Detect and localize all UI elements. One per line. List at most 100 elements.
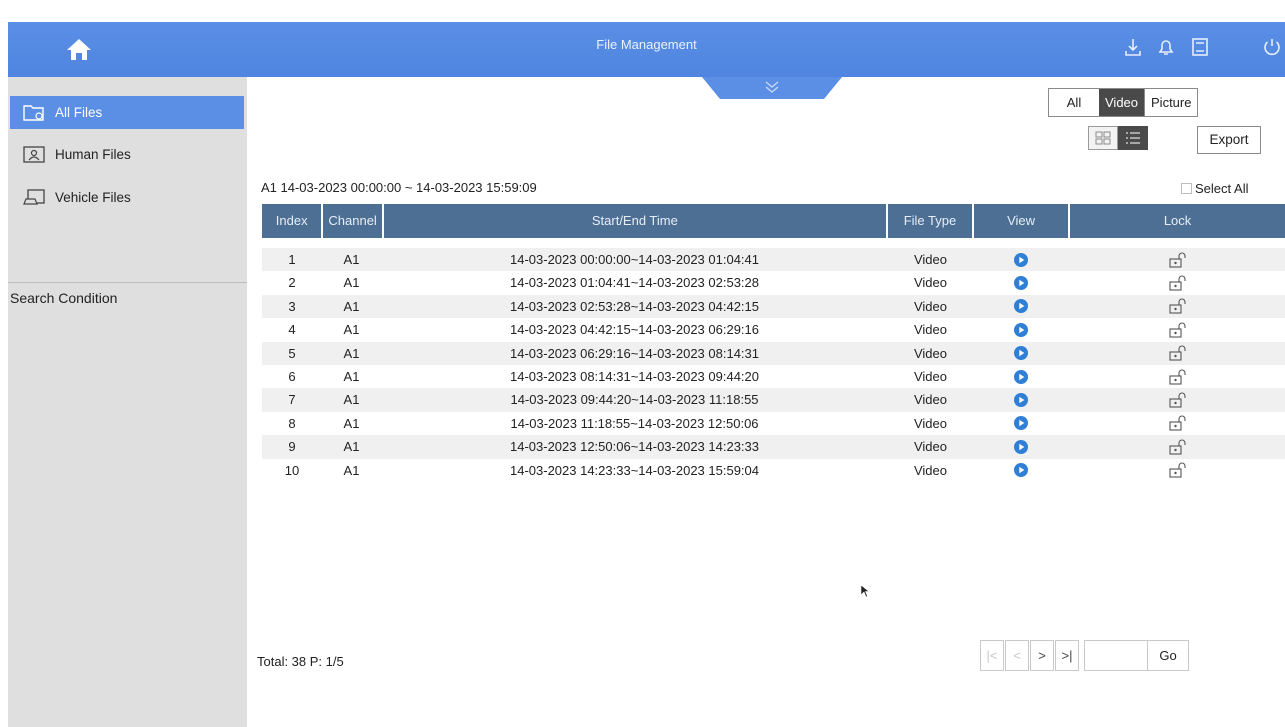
cell-file-type: Video — [913, 252, 947, 267]
cell-file-type: Video — [913, 368, 947, 384]
play-icon[interactable] — [973, 365, 1068, 388]
power-icon[interactable] — [1260, 35, 1284, 59]
file-type-filter: All Video Picture — [1048, 88, 1199, 117]
list-icon — [1126, 132, 1140, 144]
table-row[interactable]: 9 A1 14-03-2023 12:50:06~14-03-2023 14:23:… — [262, 435, 1285, 459]
grid-view-button[interactable] — [1088, 126, 1118, 150]
play-icon[interactable] — [973, 412, 1068, 435]
home-icon[interactable] — [65, 36, 93, 62]
cell-time: 14-03-2023 14:23:33~14-03-2023 15:59:04 — [509, 462, 760, 478]
cell-time: 14-03-2023 00:00:00~14-03-2023 01:04:41 — [509, 252, 760, 267]
table-row[interactable]: 8 A1 14-03-2023 11:18:55~14-03-2023 12:50:… — [262, 412, 1285, 435]
play-icon[interactable] — [973, 318, 1068, 341]
prev-page-button[interactable]: < — [1005, 640, 1029, 671]
cell-channel: A1 — [343, 462, 360, 478]
play-icon[interactable] — [973, 435, 1068, 458]
cell-index: 7 — [288, 392, 296, 408]
cell-file-type: Video — [913, 322, 947, 338]
bell-icon[interactable] — [1154, 35, 1178, 59]
table-row[interactable]: 4 A1 14-03-2023 04:42:15~14-03-2023 06:29:… — [262, 318, 1285, 341]
sidebar-item-label: Human Files — [55, 147, 131, 162]
header-index: Index — [262, 204, 324, 238]
cell-index: 4 — [288, 322, 296, 338]
table-row[interactable]: 5 A1 14-03-2023 06:29:16~14-03-2023 08:14:… — [262, 341, 1285, 365]
header-file-type: File Type — [888, 204, 975, 238]
sidebar-item-human-files[interactable]: Human Files — [10, 138, 244, 171]
cell-index: 2 — [288, 275, 296, 291]
header-lock: Lock — [1163, 213, 1192, 228]
play-icon[interactable] — [973, 248, 1068, 271]
cell-index: 9 — [288, 439, 296, 455]
play-icon[interactable] — [973, 459, 1068, 482]
play-icon[interactable] — [973, 342, 1068, 365]
table-row[interactable]: 2 A1 14-03-2023 01:04:41~14-03-2023 02:53:… — [262, 271, 1285, 294]
sidebar-item-label: All Files — [55, 105, 103, 120]
unlock-icon[interactable] — [1068, 388, 1285, 411]
go-button[interactable]: Go — [1148, 640, 1189, 671]
select-all-checkbox[interactable]: Select All — [1181, 181, 1248, 196]
cell-channel: A1 — [343, 252, 360, 267]
expand-tab-chevron-icon[interactable] — [702, 77, 842, 99]
cell-time: 14-03-2023 06:29:16~14-03-2023 08:14:31 — [509, 345, 760, 361]
cell-time: 14-03-2023 02:53:28~14-03-2023 04:42:15 — [509, 298, 760, 314]
unlock-icon[interactable] — [1068, 459, 1285, 482]
sidebar-item-all-files[interactable]: All Files — [10, 96, 244, 129]
disk-icon[interactable] — [1188, 35, 1212, 59]
play-icon[interactable] — [973, 388, 1068, 411]
folder-icon — [23, 104, 44, 121]
play-icon[interactable] — [973, 271, 1068, 294]
cell-file-type: Video — [913, 345, 947, 361]
unlock-icon[interactable] — [1068, 271, 1285, 294]
table-row[interactable]: 10 A1 14-03-2023 14:23:33~14-03-2023 15:59… — [262, 459, 1285, 482]
cell-time: 14-03-2023 12:50:06~14-03-2023 14:23:33 — [509, 439, 760, 455]
cell-index: 8 — [288, 415, 296, 431]
table-row[interactable]: 1 A1 14-03-2023 00:00:00~14-03-2023 01:04:… — [262, 248, 1285, 272]
sidebar-divider — [8, 282, 247, 283]
unlock-icon[interactable] — [1068, 295, 1285, 318]
view-mode-toggle — [1088, 126, 1148, 150]
cell-index: 3 — [288, 298, 296, 314]
cell-file-type: Video — [913, 392, 947, 408]
unlock-icon[interactable] — [1068, 342, 1285, 365]
play-icon[interactable] — [973, 295, 1068, 318]
cell-time: 14-03-2023 01:04:41~14-03-2023 02:53:28 — [509, 275, 760, 291]
cell-time: 14-03-2023 04:42:15~14-03-2023 06:29:16 — [509, 322, 760, 338]
person-icon — [23, 145, 45, 163]
page-number-input[interactable] — [1084, 640, 1148, 671]
filter-video-button[interactable]: Video — [1099, 89, 1145, 116]
cell-channel: A1 — [343, 368, 360, 384]
unlock-icon[interactable] — [1068, 365, 1285, 388]
sidebar-item-label: Vehicle Files — [55, 190, 131, 205]
search-condition-label[interactable]: Search Condition — [10, 290, 117, 306]
search-range-text: A1 14-03-2023 00:00:00 ~ 14-03-2023 15:5… — [261, 180, 537, 195]
unlock-icon[interactable] — [1068, 435, 1285, 458]
last-page-button[interactable]: >| — [1055, 640, 1079, 671]
cell-channel: A1 — [343, 322, 360, 338]
cell-channel: A1 — [343, 439, 360, 455]
table-row[interactable]: 3 A1 14-03-2023 02:53:28~14-03-2023 04:42:… — [262, 294, 1285, 319]
first-page-button[interactable]: |< — [980, 640, 1004, 671]
filter-picture-button[interactable]: Picture — [1144, 89, 1197, 116]
cell-channel: A1 — [343, 392, 360, 408]
unlock-icon[interactable] — [1068, 318, 1285, 341]
table-body: 1 A1 14-03-2023 00:00:00~14-03-2023 01:04:… — [262, 248, 1285, 482]
cell-file-type: Video — [913, 462, 947, 478]
cell-time: 14-03-2023 09:44:20~14-03-2023 11:18:55 — [510, 392, 759, 408]
unlock-icon[interactable] — [1068, 248, 1285, 271]
table-row[interactable]: 6 A1 14-03-2023 08:14:31~14-03-2023 09:44:… — [262, 365, 1285, 388]
table-row[interactable]: 7 A1 14-03-2023 09:44:20~14-03-2023 11:18:… — [262, 388, 1285, 412]
next-page-button[interactable]: > — [1030, 640, 1054, 671]
page-title: File Management — [596, 37, 697, 52]
list-view-button[interactable] — [1118, 126, 1148, 150]
total-count: Total: 38 P: 1/5 — [257, 654, 344, 669]
mouse-cursor-icon — [860, 584, 870, 598]
export-button[interactable]: Export — [1197, 126, 1261, 154]
cell-file-type: Video — [913, 275, 947, 291]
filter-all-button[interactable]: All — [1049, 89, 1099, 116]
header-start-end-time: Start/End Time — [384, 204, 888, 238]
download-icon[interactable] — [1121, 35, 1145, 59]
unlock-icon[interactable] — [1068, 412, 1285, 435]
checkbox-box[interactable] — [1181, 183, 1192, 194]
cell-channel: A1 — [343, 345, 360, 361]
sidebar-item-vehicle-files[interactable]: Vehicle Files — [10, 181, 244, 214]
